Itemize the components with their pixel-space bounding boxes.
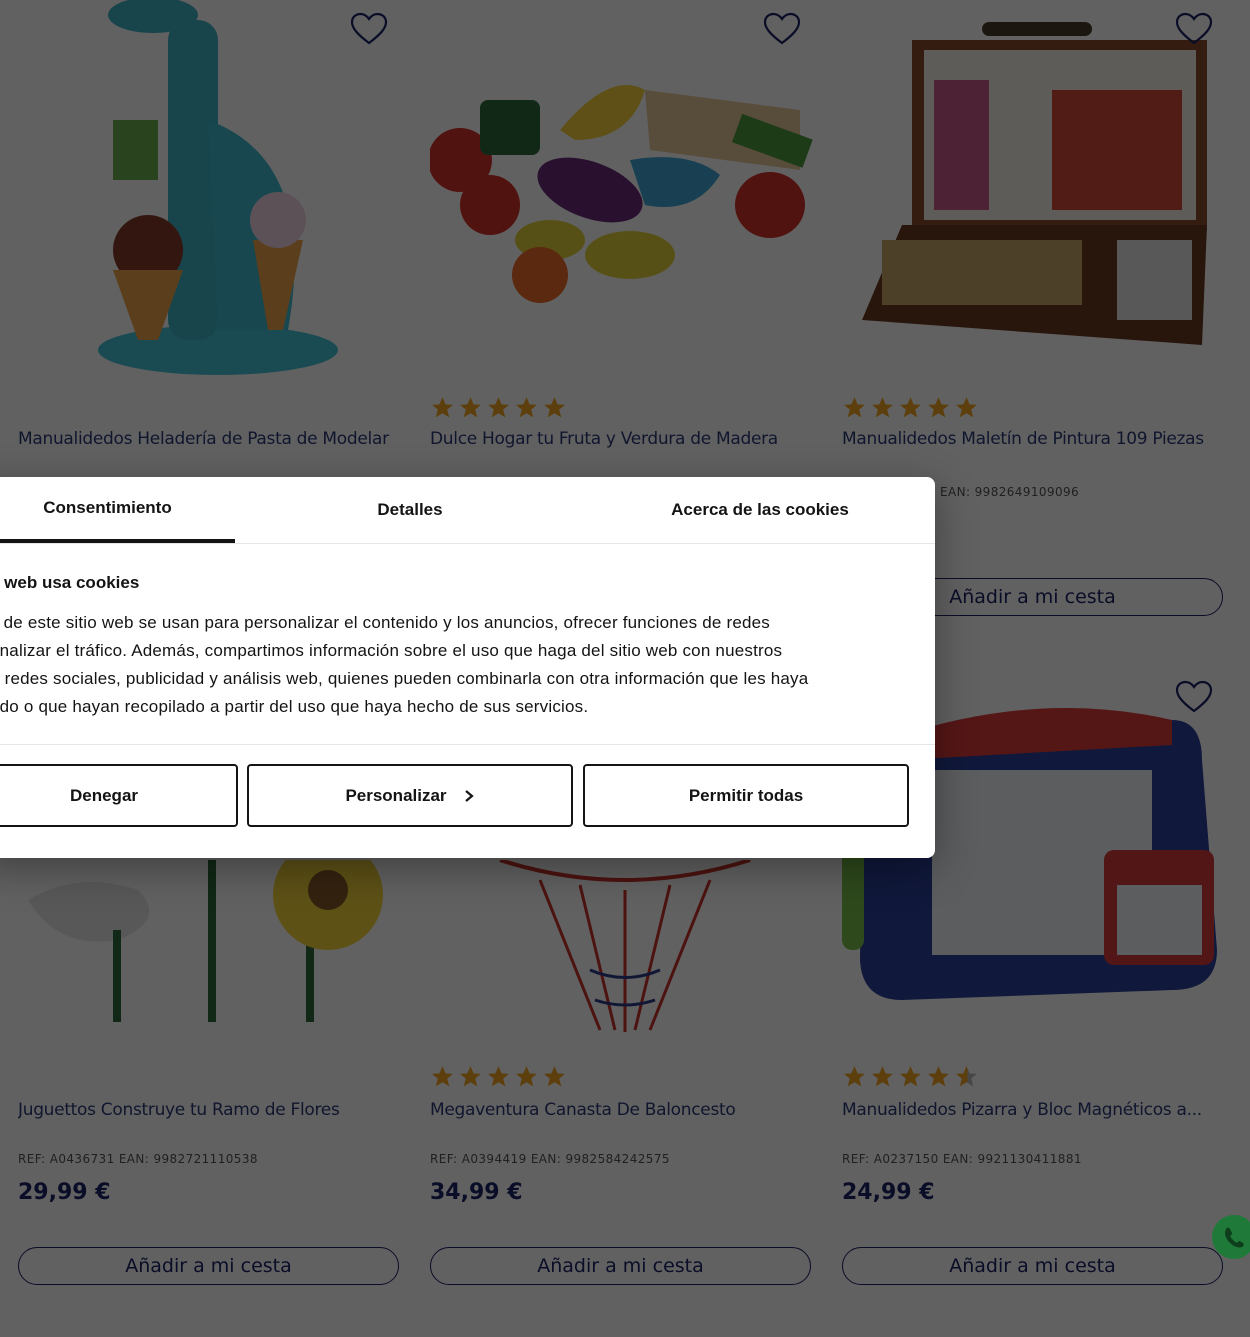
product-name[interactable]: Megaventura Canasta De Baloncesto xyxy=(430,1100,820,1120)
star-half-icon xyxy=(956,1066,977,1087)
product-image[interactable] xyxy=(18,860,413,1025)
customize-button[interactable]: Personalizar xyxy=(247,764,573,827)
deny-button[interactable]: Denegar xyxy=(0,764,238,827)
star-icon xyxy=(544,1066,565,1087)
star-icon xyxy=(844,1066,865,1087)
star-icon xyxy=(900,1066,921,1087)
tab-about-cookies[interactable]: Acerca de las cookies xyxy=(620,477,900,543)
star-icon xyxy=(928,1066,949,1087)
cookie-text-line: s de este sitio web se usan para persona… xyxy=(0,613,770,632)
cookie-consent-dialog: Consentimiento Detalles Acerca de las co… xyxy=(0,477,935,858)
product-price: 29,99 € xyxy=(18,1180,111,1205)
allow-all-button-label: Permitir todas xyxy=(688,785,804,805)
add-to-cart-button[interactable]: Añadir a mi cesta xyxy=(842,1247,1223,1285)
cookie-text-line: ado o que hayan recopilado a partir del … xyxy=(0,697,589,716)
divider xyxy=(0,744,935,745)
deny-button-label: Denegar xyxy=(69,785,139,805)
heart-icon[interactable] xyxy=(1175,680,1213,714)
cookie-dialog-title: a web usa cookies xyxy=(0,573,140,592)
cookie-text-line: analizar el tráfico. Además, compartimos… xyxy=(0,641,783,660)
add-to-cart-button[interactable]: Añadir a mi cesta xyxy=(430,1247,811,1285)
allow-all-button[interactable]: Permitir todas xyxy=(583,764,909,827)
cookie-text-line: e redes sociales, publicidad y análisis … xyxy=(0,669,809,688)
star-icon xyxy=(460,1066,481,1087)
customize-button-label: Personalizar xyxy=(345,785,447,805)
whatsapp-icon[interactable] xyxy=(1212,1215,1250,1259)
product-price: 34,99 € xyxy=(430,1180,523,1205)
product-ref: REF: A0436731 EAN: 9982721110538 xyxy=(18,1152,258,1166)
tab-details[interactable]: Detalles xyxy=(285,477,535,543)
star-icon xyxy=(488,1066,509,1087)
add-to-cart-button[interactable]: Añadir a mi cesta xyxy=(18,1247,399,1285)
product-price: 24,99 € xyxy=(842,1180,935,1205)
star-icon xyxy=(872,1066,893,1087)
product-name[interactable]: Juguettos Construye tu Ramo de Flores xyxy=(18,1100,408,1120)
tab-consent[interactable]: Consentimiento xyxy=(0,477,235,543)
rating-stars xyxy=(430,1064,567,1090)
product-ref: REF: A0394419 EAN: 9982584242575 xyxy=(430,1152,670,1166)
star-icon xyxy=(432,1066,453,1087)
product-image[interactable] xyxy=(430,860,825,1035)
product-ref: REF: A0237150 EAN: 9921130411881 xyxy=(842,1152,1082,1166)
star-icon xyxy=(516,1066,537,1087)
cookie-tabs: Consentimiento Detalles Acerca de las co… xyxy=(0,477,935,544)
chevron-right-icon xyxy=(464,789,474,802)
rating-stars xyxy=(842,1064,979,1090)
cookie-dialog-text: s de este sitio web se usan para persona… xyxy=(0,609,890,721)
product-name[interactable]: Manualidedos Pizarra y Bloc Magnéticos a… xyxy=(842,1100,1232,1120)
